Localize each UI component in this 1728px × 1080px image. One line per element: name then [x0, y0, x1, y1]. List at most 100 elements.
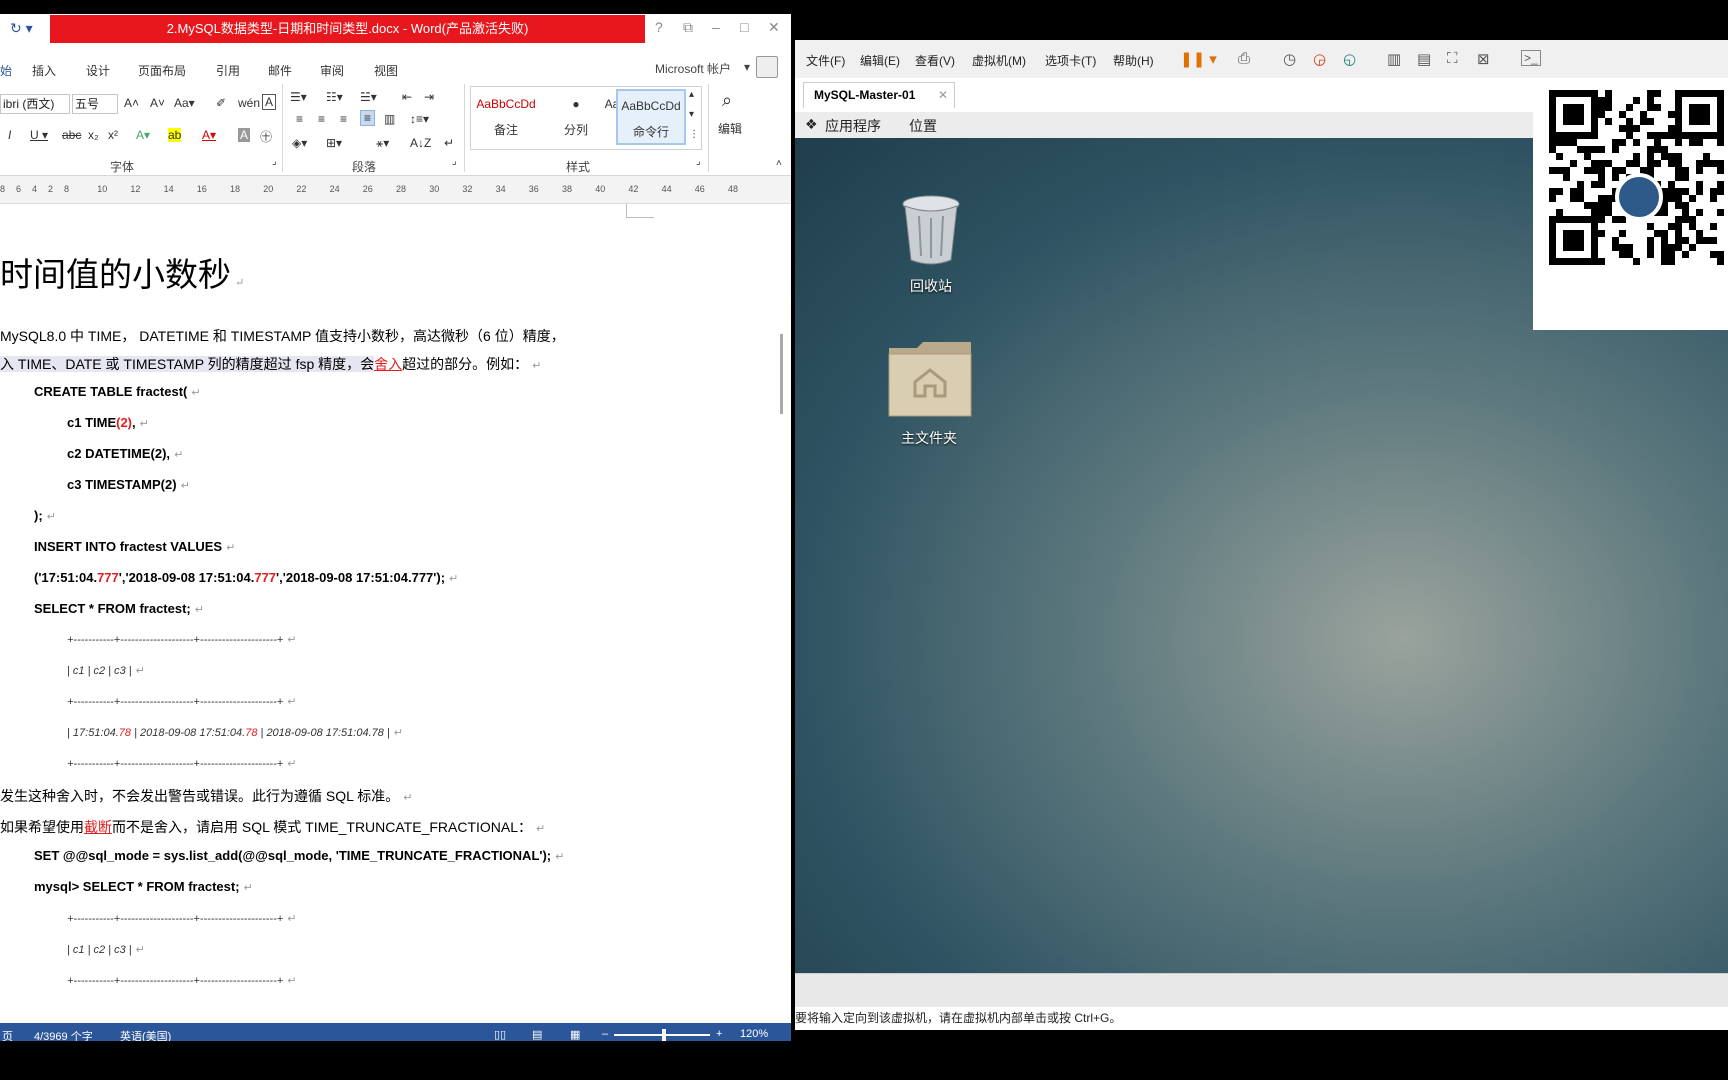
tab-references[interactable]: 引用 [216, 62, 240, 79]
minimize-button[interactable]: – [712, 19, 720, 35]
scrollbar-thumb[interactable] [780, 334, 783, 414]
superscript-button[interactable]: x² [108, 128, 118, 142]
style-note[interactable]: AaBbCcDd 备注 [473, 89, 539, 145]
font-size-select[interactable]: 五号 [72, 94, 118, 114]
line-spacing-icon[interactable]: ↕≡▾ [410, 112, 429, 126]
distributed-icon[interactable]: ▥ [384, 112, 395, 126]
style-command-line[interactable]: AaBbCcDd 命令行 [616, 89, 686, 145]
unity-icon[interactable]: ⊠ [1477, 50, 1490, 68]
menu-view[interactable]: 查看(V) [915, 52, 955, 69]
zoom-out-button[interactable]: – [602, 1028, 608, 1040]
home-folder-label[interactable]: 主文件夹 [869, 428, 989, 448]
console-icon[interactable]: >_ [1521, 50, 1541, 66]
collapse-ribbon-icon[interactable]: ˄ [776, 158, 782, 169]
print-layout-icon[interactable]: ▤ [532, 1028, 542, 1041]
page-count[interactable]: 页 [2, 1028, 13, 1041]
places-menu[interactable]: 位置 [909, 116, 937, 136]
menu-help[interactable]: 帮助(H) [1113, 52, 1154, 69]
shrink-font-icon[interactable]: A˅ [150, 96, 165, 110]
subscript-button[interactable]: x₂ [88, 128, 99, 142]
italic-button[interactable]: I [8, 128, 11, 142]
document-page[interactable]: 时间值的小数秒 ↵ MySQL8.0 中 TIME， DATETIME 和 TIM… [0, 204, 772, 1024]
sort-icon[interactable]: A↓Z [410, 136, 431, 150]
thumbnail-icon[interactable]: ▤ [1417, 50, 1431, 68]
fullscreen-icon[interactable]: ⛶ [1447, 50, 1458, 67]
borders-icon[interactable]: ⊞▾ [326, 136, 342, 150]
align-left-icon[interactable]: ≡ [296, 112, 303, 126]
styles-scroll-up[interactable]: ▴ [689, 89, 694, 100]
close-tab-icon[interactable]: ✕ [938, 83, 948, 107]
menu-vm[interactable]: 虚拟机(M) [972, 52, 1026, 69]
char-border-icon[interactable]: A [262, 94, 277, 110]
zoom-slider-thumb[interactable] [662, 1029, 666, 1041]
highlight-icon[interactable]: ab [168, 128, 182, 142]
style-column[interactable]: ● 分列 [543, 89, 609, 145]
styles-more[interactable]: ⋮ [689, 129, 699, 140]
menu-file[interactable]: 文件(F) [806, 52, 845, 69]
tab-insert[interactable]: 插入 [32, 62, 56, 79]
phonetic-guide-icon[interactable]: wén [238, 96, 260, 110]
increase-indent-icon[interactable]: ⇥ [424, 90, 434, 104]
revert-snapshot-icon[interactable]: ◶ [1313, 50, 1326, 68]
read-mode-icon[interactable]: ▯▯ [494, 1028, 506, 1041]
bullets-icon[interactable]: ☰▾ [290, 90, 307, 104]
find-icon[interactable]: ⌕ [722, 90, 732, 111]
language-status[interactable]: 英语(美国) [120, 1028, 171, 1041]
shading-icon[interactable]: ◈▾ [292, 136, 307, 150]
styles-scroll-down[interactable]: ▾ [689, 109, 694, 120]
pause-icon[interactable]: ❚❚ ▾ [1180, 50, 1217, 68]
underline-button[interactable]: U ▾ [30, 128, 48, 142]
justify-icon[interactable]: ≡ [360, 110, 376, 126]
align-right-icon[interactable]: ≡ [340, 112, 347, 126]
close-button[interactable]: ✕ [768, 19, 780, 36]
web-layout-icon[interactable]: ▦ [570, 1028, 580, 1041]
enclose-char-icon[interactable]: ㊉ [260, 128, 272, 145]
char-shading-icon[interactable]: A [238, 128, 251, 142]
tab-mysql-master[interactable]: MySQL-Master-01 ✕ [803, 82, 955, 108]
tab-layout[interactable]: 页面布局 [138, 62, 186, 79]
maximize-button[interactable]: □ [740, 19, 748, 35]
strikethrough-button[interactable]: abc [62, 128, 81, 142]
tab-review[interactable]: 审阅 [320, 62, 344, 79]
show-marks-icon[interactable]: ↵ [444, 136, 454, 150]
menu-tabs[interactable]: 选项卡(T) [1045, 52, 1096, 69]
account-link[interactable]: Microsoft 帐户 [655, 60, 731, 77]
account-dropdown-icon[interactable]: ▾ [744, 60, 750, 74]
clear-format-icon[interactable]: ✐ [216, 96, 226, 110]
trash-label[interactable]: 回收站 [871, 276, 991, 296]
tab-mailings[interactable]: 邮件 [268, 62, 292, 79]
tab-home[interactable]: 始 [0, 62, 12, 79]
font-name-select[interactable]: ibri (西文) [0, 94, 70, 114]
send-ctrl-alt-del-icon[interactable]: ⎙ [1238, 50, 1250, 67]
redo-icon[interactable]: ↻ ▾ [10, 20, 33, 37]
zoom-in-button[interactable]: + [716, 1028, 722, 1040]
paragraph-dialog-launcher[interactable]: ⌟ [452, 156, 457, 167]
menu-edit[interactable]: 编辑(E) [860, 52, 900, 69]
home-folder-icon[interactable] [887, 338, 973, 423]
snapshot-icon[interactable]: ◷ [1283, 50, 1296, 68]
avatar[interactable] [756, 56, 778, 78]
change-case-icon[interactable]: Aa▾ [174, 96, 195, 110]
multilevel-list-icon[interactable]: ☱▾ [360, 90, 377, 104]
styles-dialog-launcher[interactable]: ⌟ [696, 156, 701, 167]
applications-menu[interactable]: 应用程序 [825, 116, 881, 136]
chinese-layout-icon[interactable]: ⚹▾ [376, 136, 389, 151]
snapshot-manager-icon[interactable]: ◵ [1343, 50, 1356, 68]
zoom-level[interactable]: 120% [740, 1028, 768, 1040]
decrease-indent-icon[interactable]: ⇤ [402, 90, 412, 104]
text-effects-icon[interactable]: A▾ [136, 128, 150, 142]
editing-button[interactable]: 编辑 [718, 120, 742, 137]
help-button[interactable]: ? [655, 19, 663, 35]
grow-font-icon[interactable]: A˄ [124, 96, 139, 110]
font-color-icon[interactable]: A▾ [202, 128, 216, 142]
ribbon-display-icon[interactable]: ⧉ [683, 19, 693, 36]
vertical-scrollbar[interactable] [772, 204, 791, 1024]
word-count[interactable]: 4/3969 个字 [34, 1028, 93, 1041]
numbering-icon[interactable]: ☷▾ [326, 90, 343, 104]
font-dialog-launcher[interactable]: ⌟ [272, 156, 277, 167]
sidebar-toggle-icon[interactable]: ▥ [1387, 50, 1401, 68]
align-center-icon[interactable]: ≡ [318, 112, 325, 126]
tab-design[interactable]: 设计 [86, 62, 110, 79]
trash-icon[interactable] [901, 194, 961, 271]
tab-view[interactable]: 视图 [374, 62, 398, 79]
